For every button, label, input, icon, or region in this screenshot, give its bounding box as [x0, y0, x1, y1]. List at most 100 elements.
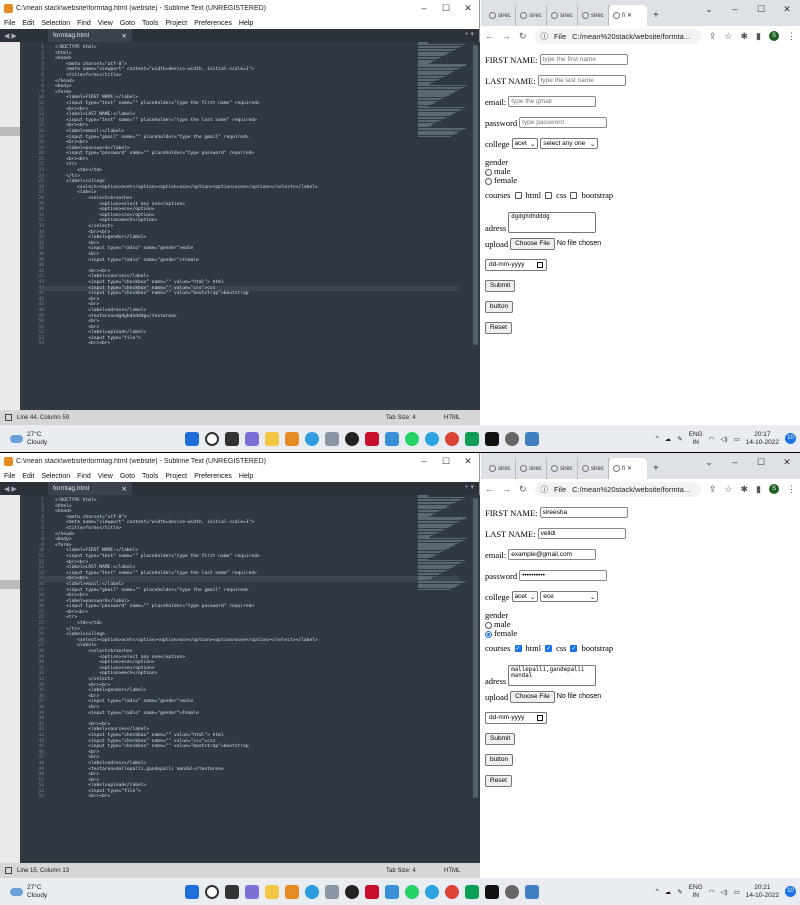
first-name-input[interactable]: type the first name [539, 54, 628, 65]
menu-edit[interactable]: Edit [22, 473, 34, 480]
tab-nav-arrows-icon[interactable]: ◀ ▶ [0, 32, 48, 40]
browser-tab[interactable]: fi ✕ [609, 5, 647, 26]
menu-help[interactable]: Help [239, 20, 253, 27]
chevron-up-icon[interactable]: ^ [656, 888, 659, 895]
submit-button[interactable]: Submit [485, 732, 516, 745]
share-icon[interactable]: ⇪ [709, 484, 717, 495]
css-checkbox[interactable]: ✓ [543, 643, 554, 653]
vertical-scrollbar[interactable] [473, 45, 478, 345]
forward-icon[interactable]: → [502, 484, 511, 494]
spreadsheet-icon[interactable] [465, 884, 479, 899]
sublime-titlebar[interactable]: C:\mean stack\website\formtag.html (webs… [0, 0, 479, 17]
telegram-icon[interactable] [425, 884, 439, 899]
address-textarea[interactable]: dgdghdhdddg [508, 212, 597, 233]
search-icon[interactable] [205, 884, 219, 899]
menu-view[interactable]: View [98, 20, 113, 27]
pen-icon[interactable]: ✎ [677, 435, 682, 443]
search-icon[interactable] [205, 431, 219, 446]
onedrive-icon[interactable]: ☁ [665, 888, 672, 896]
mcafee-icon[interactable] [365, 431, 379, 446]
reload-icon[interactable]: ↻ [519, 31, 527, 42]
volume-icon[interactable]: ◁) [720, 435, 727, 443]
pen-icon[interactable]: ✎ [677, 888, 682, 896]
minimap[interactable] [418, 495, 470, 863]
email-input[interactable]: type the gmail [508, 96, 597, 107]
store-icon[interactable] [325, 431, 339, 446]
generic-button[interactable]: button [485, 300, 514, 313]
browser-tab[interactable]: sirec [485, 458, 516, 479]
minimize-icon[interactable]: – [722, 457, 748, 468]
css-checkbox[interactable] [543, 190, 554, 200]
file-tab[interactable]: formtag.html ✕ [48, 482, 132, 495]
code-text[interactable]: <!DOCTYPE html> <html> <head> <meta charse… [55, 45, 318, 347]
photos-icon[interactable] [525, 884, 539, 899]
edge-icon[interactable] [305, 431, 319, 446]
address-bar[interactable]: ⓘ File C:/mean%20stack/website/formta... [534, 481, 701, 497]
menu-tools[interactable]: Tools [142, 473, 158, 480]
info-icon[interactable]: ⓘ [541, 31, 549, 42]
html-checkbox[interactable] [513, 190, 524, 200]
extensions-icon[interactable]: ✱ [741, 484, 749, 495]
close-icon[interactable]: ✕ [122, 485, 127, 493]
weather-widget[interactable]: 27°C Cloudy [0, 884, 185, 900]
browser-tab[interactable]: sirec [578, 5, 609, 26]
file-tab[interactable]: formtag.html ✕ [48, 29, 132, 42]
tab-nav-arrows-icon[interactable]: ◀ ▶ [0, 485, 48, 493]
menu-selection[interactable]: Selection [41, 473, 70, 480]
browser-tab[interactable]: sirec [578, 458, 609, 479]
notification-badge[interactable]: 10 [785, 433, 796, 444]
chevron-up-icon[interactable]: ^ [656, 435, 659, 442]
menu-preferences[interactable]: Preferences [194, 473, 232, 480]
password-input[interactable]: type password [519, 117, 608, 128]
dell-icon[interactable] [345, 884, 359, 899]
browser-tab[interactable]: sirec [547, 5, 578, 26]
clock[interactable]: 20:17 14-10-2022 [746, 431, 779, 447]
menu-view[interactable]: View [98, 473, 113, 480]
maximize-icon[interactable]: ☐ [435, 3, 457, 14]
menu-help[interactable]: Help [239, 473, 253, 480]
photos-icon[interactable] [525, 431, 539, 446]
calendar-icon[interactable] [537, 714, 543, 721]
sublime-titlebar[interactable]: C:\mean stack\website\formtag.html (webs… [0, 453, 479, 470]
chevron-down-icon[interactable]: ⌄ [696, 457, 722, 468]
sublime-taskbar-icon[interactable] [285, 431, 299, 446]
menu-project[interactable]: Project [165, 473, 187, 480]
choose-file-button[interactable]: Choose File [510, 237, 555, 250]
date-input[interactable]: dd-mm-yyyy [485, 258, 547, 271]
maximize-icon[interactable]: ☐ [748, 457, 774, 468]
close-icon[interactable]: ✕ [627, 12, 632, 19]
code-editor[interactable]: 1 2 3 4 5 6 7 8 9 10 11 12 13 14 15 16 17 18 19 20 21 22 23 24 2… [0, 42, 480, 410]
star-icon[interactable]: ☆ [724, 484, 732, 495]
forward-icon[interactable]: → [502, 31, 511, 41]
info-icon[interactable]: ⓘ [541, 484, 549, 495]
calendar-app-icon[interactable] [385, 884, 399, 899]
new-tab-icon[interactable]: + [653, 10, 659, 21]
browser-tab[interactable]: sirec [516, 458, 547, 479]
minimize-icon[interactable]: – [413, 3, 435, 14]
volume-icon[interactable]: ◁) [720, 888, 727, 896]
browser-tab[interactable]: sirec [485, 5, 516, 26]
minimap[interactable] [418, 42, 470, 410]
college-select[interactable]: acet ⌄ [511, 138, 539, 149]
tab-menu-icon[interactable]: + ▾ [464, 483, 474, 491]
chevron-down-icon[interactable]: ⌄ [696, 4, 722, 15]
minimize-icon[interactable]: – [722, 4, 748, 15]
reload-icon[interactable]: ↻ [519, 484, 527, 495]
chat-icon[interactable] [245, 431, 259, 446]
battery-icon[interactable]: ▭ [734, 888, 740, 896]
onedrive-icon[interactable]: ☁ [665, 435, 672, 443]
wifi-icon[interactable]: ◠ [709, 888, 715, 896]
back-icon[interactable]: ← [485, 31, 494, 41]
browser-tab[interactable]: fi ✕ [609, 458, 647, 479]
store-icon[interactable] [325, 884, 339, 899]
kebab-menu-icon[interactable]: ⋮ [787, 31, 796, 42]
college-select[interactable]: acet ⌄ [511, 591, 539, 602]
generic-button[interactable]: button [485, 753, 514, 766]
minimize-icon[interactable]: – [413, 456, 435, 467]
choose-file-button[interactable]: Choose File [510, 690, 555, 703]
menu-selection[interactable]: Selection [41, 20, 70, 27]
menu-goto[interactable]: Goto [120, 20, 135, 27]
branch-select[interactable]: ece ⌄ [540, 591, 599, 602]
new-tab-icon[interactable]: + [653, 463, 659, 474]
submit-button[interactable]: Submit [485, 279, 516, 292]
